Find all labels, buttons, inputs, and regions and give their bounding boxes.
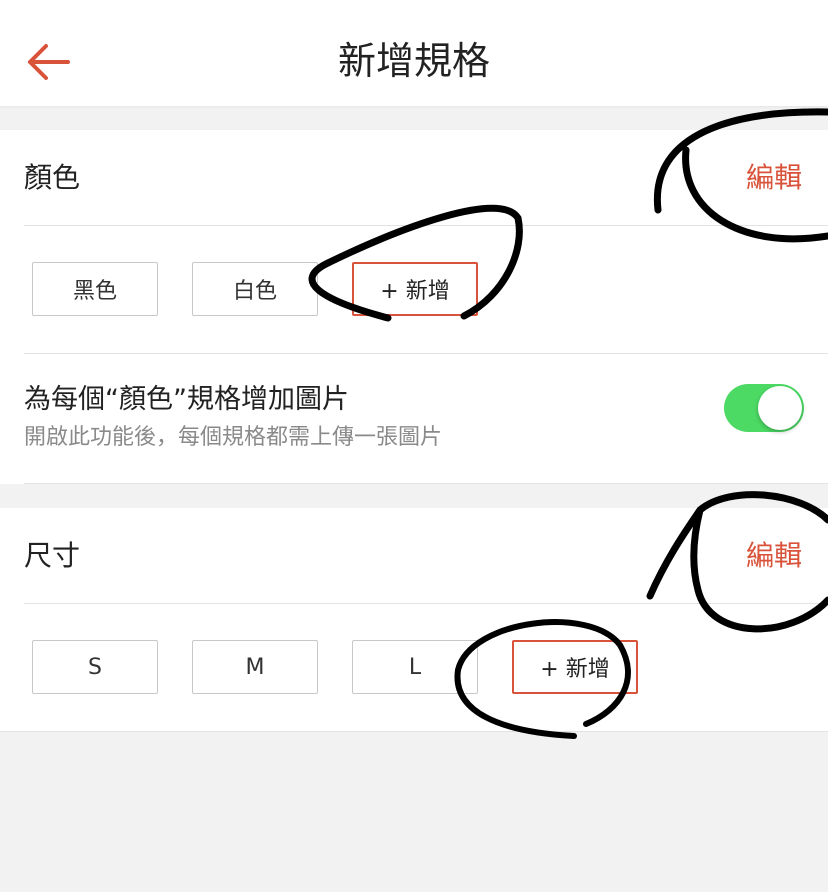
divider <box>24 603 828 604</box>
size-edit-button[interactable]: 編輯 <box>746 536 802 576</box>
size-section-title: 尺寸 <box>24 539 81 572</box>
divider <box>24 483 828 484</box>
color-image-option-subtitle: 開啟此功能後，每個規格都需上傳一張圖片 <box>24 425 443 450</box>
color-section: 顏色 編輯 黑色 白色 + 新增 為每個“顏色”規格增加圖片 開啟此功能後，每個… <box>0 130 828 484</box>
size-chip-m[interactable]: M <box>192 640 318 694</box>
size-chip-s[interactable]: S <box>32 640 158 694</box>
color-image-toggle[interactable] <box>724 384 804 432</box>
add-color-button[interactable]: + 新增 <box>352 262 478 316</box>
divider <box>24 353 828 354</box>
size-chip-l[interactable]: L <box>352 640 478 694</box>
color-chip-black[interactable]: 黑色 <box>32 262 158 316</box>
color-chip-white[interactable]: 白色 <box>192 262 318 316</box>
page-title: 新增規格 <box>337 39 490 83</box>
color-edit-button[interactable]: 編輯 <box>746 158 802 198</box>
color-section-title: 顏色 <box>24 161 81 194</box>
header: 新增規格 <box>0 0 828 106</box>
divider <box>24 225 828 226</box>
toggle-knob <box>758 386 802 430</box>
add-size-button[interactable]: + 新增 <box>512 640 638 694</box>
color-image-option-title: 為每個“顏色”規格增加圖片 <box>24 384 349 415</box>
size-section: 尺寸 編輯 S M L + 新增 <box>0 508 828 732</box>
